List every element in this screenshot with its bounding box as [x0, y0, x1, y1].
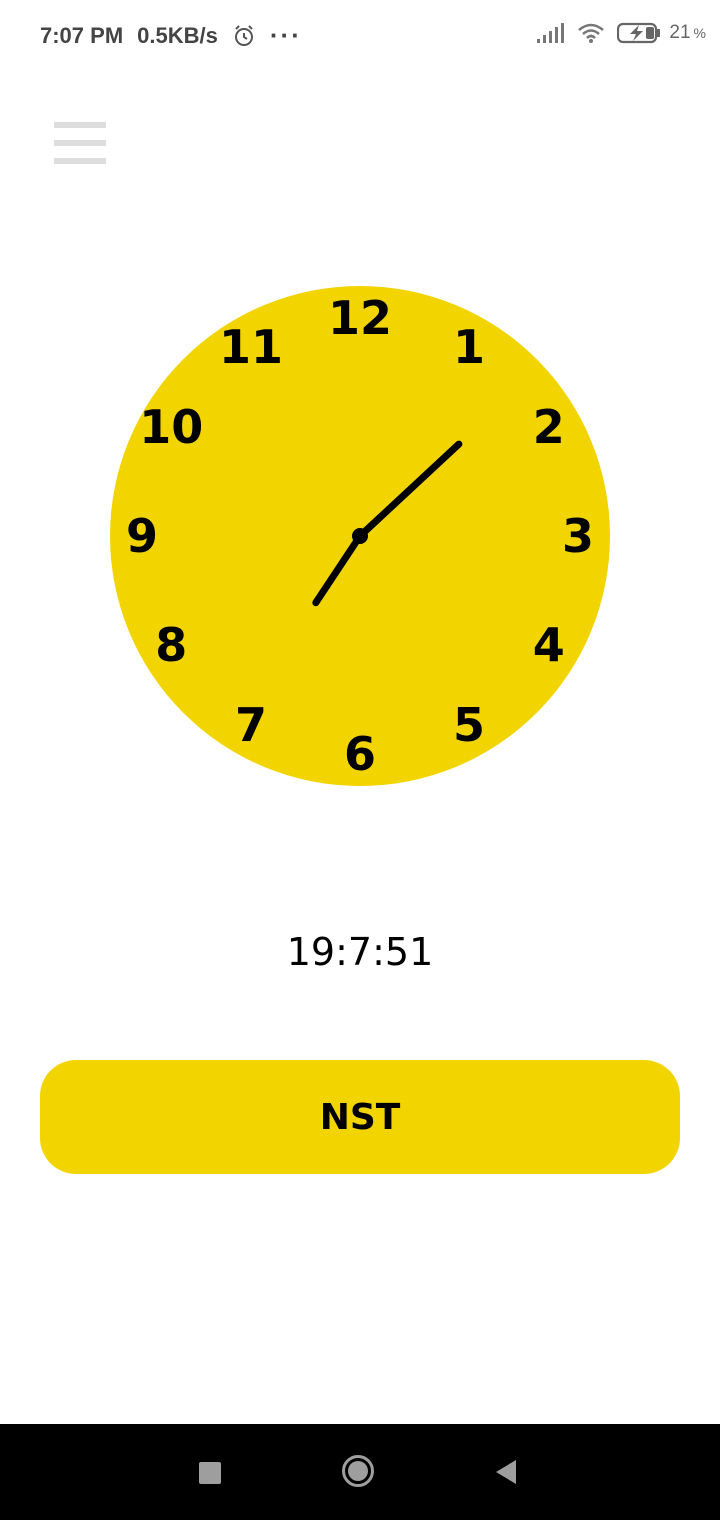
network-speed: 0.5KB/s	[137, 22, 218, 48]
menu-button[interactable]	[52, 120, 108, 166]
battery-charging-icon	[617, 22, 661, 44]
wifi-icon	[578, 23, 605, 43]
menu-bar	[54, 122, 106, 128]
clock-numeral-11: 11	[219, 320, 283, 374]
recent-apps-icon[interactable]	[199, 1462, 221, 1484]
battery-level: 21%	[669, 22, 706, 43]
clock-center	[352, 528, 368, 544]
clock-numeral-6: 6	[344, 727, 376, 781]
status-left: 7:07 PM 0.5KB/s ···	[40, 20, 316, 51]
clock-numeral-12: 12	[328, 291, 392, 345]
clock-numeral-4: 4	[533, 618, 565, 672]
analog-clock: 12 1 2 3 4 5 6 7 8 9 10 11	[110, 286, 610, 786]
clock-face-svg: 12 12 3 45 6 78 9 10 11	[110, 286, 610, 786]
alarm-icon	[234, 24, 253, 46]
digital-time: 19:7:51	[286, 930, 434, 974]
status-bar: 7:07 PM 0.5KB/s ··· 21%	[0, 0, 720, 70]
signal-icon	[537, 23, 565, 43]
home-icon[interactable]	[341, 1454, 375, 1488]
status-time: 7:07 PM	[40, 22, 124, 48]
timezone-label: NST	[319, 1096, 401, 1138]
more-notifications: ···	[269, 20, 302, 50]
clock-numeral-10: 10	[139, 400, 203, 454]
menu-bar	[54, 158, 106, 164]
clock-numeral-2: 2	[533, 400, 565, 454]
clock-numeral-9: 9	[126, 509, 158, 563]
menu-bar	[54, 140, 106, 146]
clock-numeral-8: 8	[155, 618, 187, 672]
clock-numeral-3: 3	[562, 509, 594, 563]
clock-numeral-5: 5	[453, 698, 485, 752]
clock-numeral-7: 7	[235, 698, 267, 752]
status-right: 21%	[525, 22, 706, 44]
timezone-button[interactable]: NST	[40, 1060, 680, 1174]
navigation-bar	[0, 1424, 720, 1520]
back-icon[interactable]	[492, 1458, 520, 1486]
clock-numeral-1: 1	[453, 320, 485, 374]
